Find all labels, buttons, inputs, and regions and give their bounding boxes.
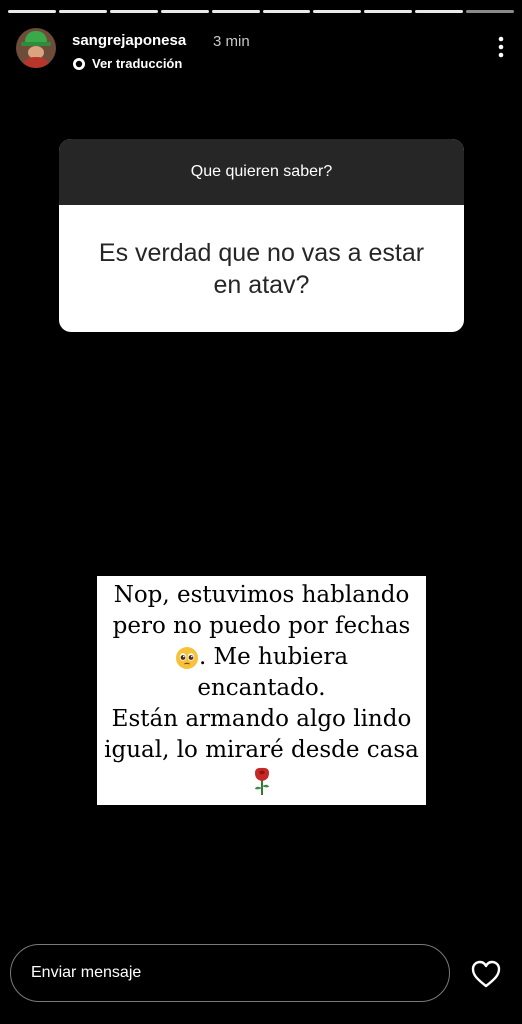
progress-segment <box>364 10 413 13</box>
progress-segment <box>58 10 107 13</box>
story-footer <box>10 944 512 1004</box>
post-time: 3 min <box>213 33 250 50</box>
pleading-face-emoji <box>175 647 198 669</box>
translate-link[interactable]: Ver traducción <box>72 56 182 71</box>
answer-line: igual, lo miraré desde casa <box>104 737 419 763</box>
progress-segment-current <box>466 10 515 13</box>
translate-icon <box>73 57 85 70</box>
progress-segment <box>313 10 362 13</box>
progress-segment <box>262 10 311 13</box>
username[interactable]: sangrejaponesa <box>72 32 186 49</box>
story-header: sangrejaponesa 3 min Ver traducción <box>16 26 506 74</box>
translate-label: Ver traducción <box>92 56 183 71</box>
progress-segment <box>8 10 56 13</box>
avatar[interactable] <box>16 28 56 68</box>
more-vertical-icon[interactable] <box>496 36 506 58</box>
answer-line: Nop, estuvimos hablando <box>113 582 410 608</box>
progress-segment <box>160 10 209 13</box>
answer-text-card: Nop, estuvimos hablando pero no puedo po… <box>97 576 426 805</box>
question-text: Es verdad que no vas a estar en atav? <box>98 238 425 299</box>
rose-emoji <box>254 767 269 795</box>
heart-icon[interactable] <box>471 960 501 988</box>
progress-segment <box>109 10 158 13</box>
story-progress-bar <box>8 10 515 13</box>
answer-line: encantado. <box>197 675 326 701</box>
message-input[interactable] <box>10 944 450 1002</box>
question-sticker[interactable]: Que quieren saber? Es verdad que no vas … <box>59 139 464 332</box>
answer-line: pero no puedo por fechas <box>112 613 411 639</box>
progress-segment <box>211 10 260 13</box>
question-prompt: Que quieren saber? <box>59 139 464 205</box>
progress-segment <box>415 10 464 13</box>
answer-line: Están armando algo lindo <box>111 706 412 732</box>
answer-line: . Me hubiera <box>101 642 422 673</box>
